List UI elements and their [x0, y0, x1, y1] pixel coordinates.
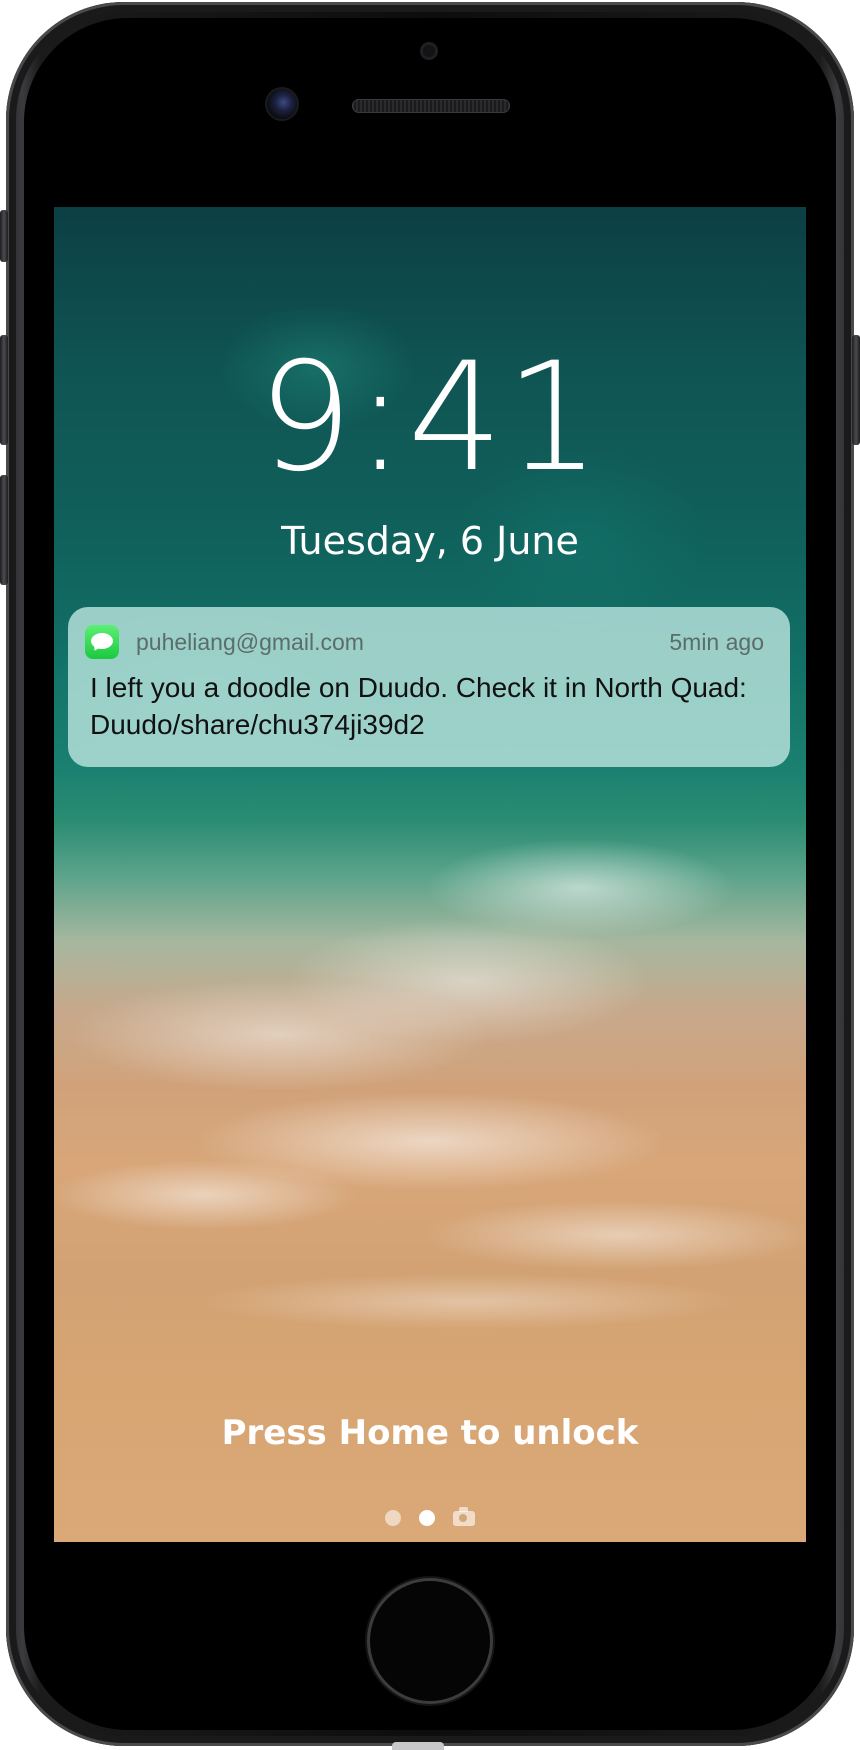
lock-screen-time: 9:41	[257, 331, 603, 505]
power-button[interactable]	[852, 335, 860, 445]
volume-down-button[interactable]	[0, 475, 8, 585]
camera-icon[interactable]	[453, 1506, 475, 1526]
page-dot[interactable]	[385, 1510, 401, 1526]
earpiece-speaker	[352, 99, 510, 113]
proximity-sensor	[420, 42, 438, 60]
lightning-port	[392, 1742, 444, 1750]
notification-message: I left you a doodle on Duudo. Check it i…	[90, 672, 747, 740]
messages-icon	[85, 625, 119, 659]
lock-screen-date: Tuesday, 6 June	[281, 519, 579, 563]
front-camera-icon	[267, 89, 297, 119]
notification-time: 5min ago	[669, 629, 764, 655]
notification-sender: puheliang@gmail.com	[136, 629, 364, 655]
message-notification[interactable]: puheliang@gmail.com 5min ago I left you …	[68, 607, 790, 767]
phone-mockup: 9:41 Tuesday, 6 June puheliang@gmail.com…	[0, 0, 860, 1750]
silent-switch[interactable]	[0, 210, 8, 262]
unlock-hint: Press Home to unlock	[221, 1413, 639, 1453]
page-indicator[interactable]	[54, 1506, 806, 1527]
volume-up-button[interactable]	[0, 335, 8, 445]
page-dot-active[interactable]	[419, 1510, 435, 1526]
home-button[interactable]	[370, 1581, 490, 1701]
lock-screen[interactable]: 9:41 Tuesday, 6 June puheliang@gmail.com…	[54, 207, 806, 1542]
